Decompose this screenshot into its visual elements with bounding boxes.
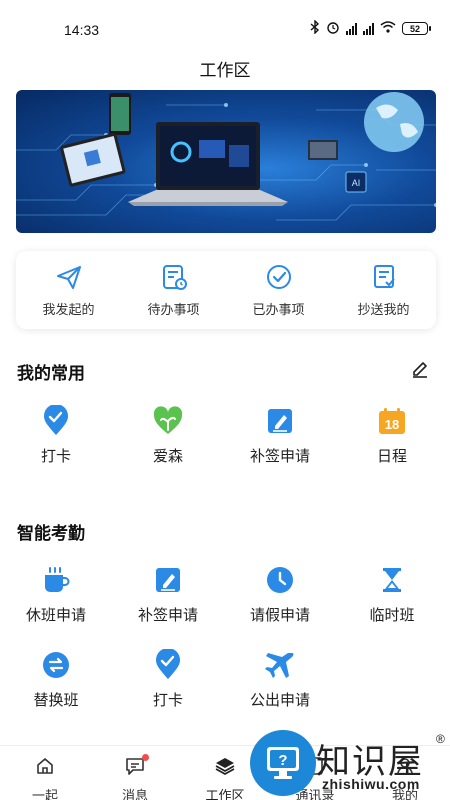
paper-plane-icon <box>54 262 84 292</box>
location-check-icon <box>39 404 73 438</box>
attendance-item-swapshift[interactable]: 替换班 <box>0 648 112 710</box>
attendance-item-tempshift[interactable]: 临时班 <box>336 563 448 625</box>
attendance-grid-row-2: 替换班 打卡 公出申请 <box>0 648 450 710</box>
quick-action-label: 我发起的 <box>42 302 95 317</box>
heart-sprout-icon <box>151 404 185 438</box>
calendar-day: 18 <box>385 417 399 432</box>
watermark-logo: ? 知识屋 ® zhishiwu.com <box>250 730 450 800</box>
attendance-item-clockin[interactable]: 打卡 <box>112 648 224 710</box>
attendance-item-resign[interactable]: 补签申请 <box>112 563 224 625</box>
unread-badge <box>142 754 149 761</box>
alarm-icon <box>326 20 340 37</box>
quick-action-label: 已办事项 <box>252 302 305 317</box>
quick-action-cc[interactable]: 抄送我的 <box>331 251 436 329</box>
wifi-icon <box>380 21 396 36</box>
favorite-item-clockin[interactable]: 打卡 <box>0 404 112 466</box>
watermark-domain: zhishiwu.com <box>322 776 420 792</box>
favorite-item-label: 补签申请 <box>249 448 310 465</box>
quick-action-done[interactable]: 已办事项 <box>226 251 331 329</box>
favorite-item-label: 打卡 <box>40 448 71 465</box>
layers-icon <box>214 756 236 781</box>
section-title-attendance: 智能考勤 <box>17 524 85 543</box>
attendance-item-label: 临时班 <box>369 607 415 624</box>
tab-messages[interactable]: 消息 <box>90 746 180 800</box>
svg-text:AI: AI <box>352 178 361 188</box>
quick-action-initiated[interactable]: 我发起的 <box>16 251 121 329</box>
section-title-favorites: 我的常用 <box>17 364 85 383</box>
favorite-item-label: 爱森 <box>152 448 183 465</box>
attendance-item-business-trip[interactable]: 公出申请 <box>224 648 336 710</box>
bluetooth-icon <box>310 19 320 37</box>
signal-icon-1 <box>346 22 357 35</box>
svg-text:?: ? <box>278 752 287 769</box>
attendance-item-label: 补签申请 <box>137 607 198 624</box>
quick-action-label: 待办事项 <box>147 302 200 317</box>
quick-actions-card: 我发起的 待办事项 已办事项 抄送我的 <box>16 251 436 329</box>
clock-icon <box>263 563 297 597</box>
attendance-item-label: 打卡 <box>152 692 183 709</box>
favorite-item-resign[interactable]: 补签申请 <box>224 404 336 466</box>
tab-label: 消息 <box>121 788 148 800</box>
favorites-grid: 打卡 爱森 补签申请 18 日程 <box>0 404 450 466</box>
calendar-icon: 18 <box>375 404 409 438</box>
tab-together[interactable]: 一起 <box>0 746 90 800</box>
hourglass-icon <box>375 563 409 597</box>
attendance-item-label: 休班申请 <box>25 607 86 624</box>
watermark-registered-mark: ® <box>436 732 445 746</box>
attendance-item-label: 请假申请 <box>249 607 310 624</box>
tab-label: 一起 <box>31 788 58 800</box>
page-title: 工作区 <box>199 61 251 80</box>
swap-icon <box>39 648 73 682</box>
attendance-item-label: 公出申请 <box>249 692 310 709</box>
location-check-icon <box>151 648 185 682</box>
quick-action-label: 抄送我的 <box>357 302 410 317</box>
check-circle-icon <box>264 262 294 292</box>
todo-clock-icon <box>159 262 189 292</box>
status-icons: 52 <box>310 19 431 37</box>
home-icon <box>35 756 55 781</box>
attendance-grid-row-1: 休班申请 补签申请 请假申请 临时班 <box>0 563 450 625</box>
airplane-icon <box>263 648 297 682</box>
edit-pencil-icon[interactable] <box>410 358 430 378</box>
battery-icon: 52 <box>402 22 431 35</box>
favorite-item-label: 日程 <box>376 448 407 465</box>
coffee-cup-icon <box>39 563 73 597</box>
tab-label: 工作区 <box>205 788 245 800</box>
favorite-item-schedule[interactable]: 18 日程 <box>336 404 448 466</box>
edit-doc-icon <box>263 404 297 438</box>
banner-image[interactable]: AI <box>16 90 436 233</box>
favorite-item-aisen[interactable]: 爱森 <box>112 404 224 466</box>
cc-doc-icon <box>369 262 399 292</box>
attendance-item-restday[interactable]: 休班申请 <box>0 563 112 625</box>
status-bar: 14:33 52 <box>0 0 450 56</box>
attendance-item-leave[interactable]: 请假申请 <box>224 563 336 625</box>
status-time: 14:33 <box>64 22 100 38</box>
attendance-item-label: 替换班 <box>33 692 79 709</box>
watermark-monitor-icon: ? <box>250 730 316 796</box>
edit-doc-icon <box>151 563 185 597</box>
quick-action-todo[interactable]: 待办事项 <box>121 251 226 329</box>
signal-icon-2 <box>363 22 374 35</box>
